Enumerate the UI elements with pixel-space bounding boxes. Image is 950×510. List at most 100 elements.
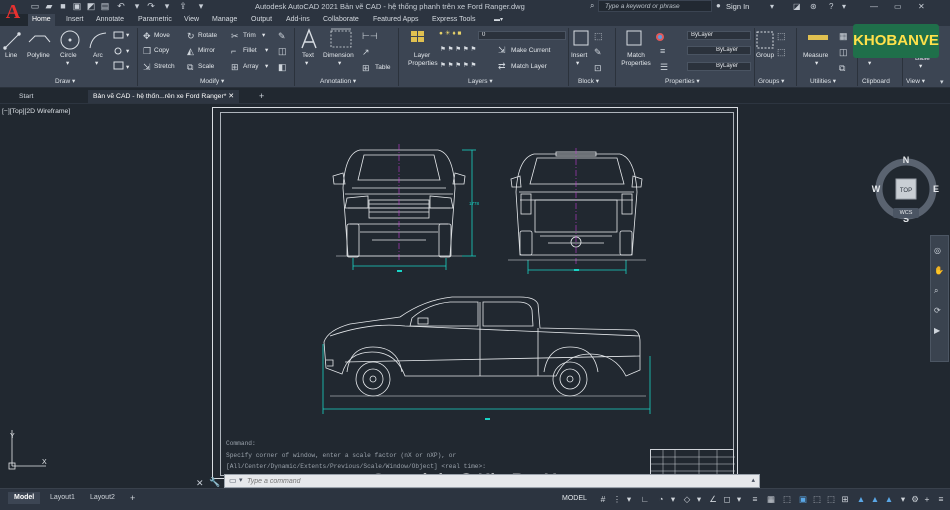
object-snap-icon[interactable]: ◻ — [722, 494, 732, 504]
group-button[interactable]: Group — [756, 52, 774, 60]
save-as-icon[interactable]: ▣ — [72, 2, 82, 11]
insert-dropdown-icon[interactable]: ▾ — [576, 60, 579, 68]
modify-group-title[interactable]: Modify ▾ — [200, 77, 224, 87]
annotation-visibility-icon[interactable]: ▲ — [856, 494, 866, 504]
arc-button[interactable]: Arc — [93, 52, 103, 60]
properties-group-title[interactable]: Properties ▾ — [665, 77, 700, 87]
annotation-scale-dropdown-icon[interactable]: ▾ — [898, 494, 908, 504]
edit-block-icon[interactable]: ✎ — [594, 48, 602, 57]
annotation-scale-icon[interactable]: ▲ — [884, 494, 894, 504]
color-dropdown[interactable]: ByLayer — [687, 31, 751, 40]
snap-icon[interactable]: ⋮ — [612, 494, 622, 504]
fillet-dropdown-icon[interactable]: ▾ — [265, 47, 268, 55]
hatch-dropdown-icon[interactable]: ▾ — [126, 48, 129, 56]
dimension-linear-icon[interactable]: ⊢⊣ — [362, 32, 378, 41]
print-icon[interactable]: ▤ — [100, 2, 110, 11]
tab-close-icon[interactable]: ✕ — [228, 93, 234, 100]
polar-dropdown-icon[interactable]: ▾ — [668, 494, 678, 504]
help-icon[interactable]: ? — [829, 2, 833, 11]
model-space-button[interactable]: MODEL — [562, 495, 587, 502]
object-snap-tracking-icon[interactable]: ∠ — [708, 494, 718, 504]
add-icon[interactable]: + — [922, 494, 932, 504]
cart-icon[interactable]: ◪ — [793, 2, 801, 11]
erase-icon[interactable]: ✎ — [278, 32, 286, 41]
id-point-icon[interactable]: ◫ — [839, 48, 848, 57]
array-button[interactable]: Array — [243, 63, 259, 71]
tab-add-ins[interactable]: Add-ins — [282, 14, 314, 26]
paste-dropdown-icon[interactable]: ▾ — [868, 60, 871, 68]
zoom-extents-icon[interactable]: ⌕ — [934, 286, 938, 296]
trim-button[interactable]: Trim — [243, 32, 256, 40]
undo-dropdown-icon[interactable]: ▾ — [132, 2, 142, 11]
trim-dropdown-icon[interactable]: ▾ — [262, 32, 265, 40]
view-group-title[interactable]: View ▾ — [906, 77, 925, 87]
calculator-icon[interactable]: ▦ — [839, 32, 848, 41]
table-button[interactable]: Table — [375, 64, 391, 72]
close-icon[interactable]: ✕ — [918, 2, 925, 11]
snap-dropdown-icon[interactable]: ▾ — [624, 494, 634, 504]
layer-dropdown[interactable]: 0 — [478, 31, 566, 40]
lineweight-toggle-icon[interactable]: ≡ — [750, 494, 760, 504]
transparency-icon[interactable]: ▦ — [766, 494, 776, 504]
selection-filter-icon[interactable]: ⬚ — [826, 494, 836, 504]
full-navigation-wheel-icon[interactable]: ◎ — [934, 246, 941, 255]
ortho-icon[interactable]: ∟ — [640, 494, 650, 504]
explode-icon[interactable]: ◫ — [278, 47, 287, 56]
block-group-title[interactable]: Block ▾ — [578, 77, 599, 87]
insert-button[interactable]: Insert — [571, 52, 587, 60]
drawing-viewport[interactable]: [−][Top][2D Wireframe] 1778 Command: Spe… — [0, 104, 950, 489]
tab-home[interactable]: Home — [28, 14, 55, 26]
maximize-icon[interactable]: ▭ — [894, 2, 902, 11]
groups-group-title[interactable]: Groups ▾ — [758, 77, 784, 87]
orbit-icon[interactable]: ⟳ — [934, 306, 941, 315]
tab-view[interactable]: View — [180, 14, 203, 26]
network-icon[interactable]: ⊛ — [810, 2, 817, 11]
command-customize-icon[interactable]: 🔧 — [209, 477, 220, 488]
stretch-button[interactable]: Stretch — [154, 63, 175, 71]
command-input[interactable] — [247, 476, 747, 486]
compass-east[interactable]: E — [933, 184, 939, 194]
tab-collaborate[interactable]: Collaborate — [319, 14, 363, 26]
group-edit-icon[interactable]: ⬚ — [777, 48, 786, 57]
sign-in-dropdown-icon[interactable]: ▾ — [770, 2, 774, 11]
tab-express-tools[interactable]: Express Tools — [428, 14, 479, 26]
dimension-dropdown-icon[interactable]: ▾ — [338, 60, 341, 68]
tab-output[interactable]: Output — [247, 14, 276, 26]
isodraft-icon[interactable]: ◇ — [682, 494, 692, 504]
new-file-icon[interactable]: ▭ — [30, 2, 40, 11]
tab-featured-apps[interactable]: Featured Apps — [369, 14, 423, 26]
redo-icon[interactable]: ↷ — [146, 2, 156, 11]
offset-icon[interactable]: ◧ — [278, 63, 287, 72]
viewcube-top-label[interactable]: TOP — [900, 188, 912, 194]
tab-layout2[interactable]: Layout2 — [84, 492, 121, 504]
wcs-menu[interactable]: WCS — [893, 208, 919, 218]
text-button[interactable]: Text — [302, 52, 314, 60]
tab-insert[interactable]: Insert — [62, 14, 88, 26]
tab-layout1[interactable]: Layout1 — [44, 492, 81, 504]
clipboard-group-title[interactable]: Clipboard — [862, 77, 890, 87]
polyline-button[interactable]: Polyline — [27, 52, 50, 60]
compass-north[interactable]: N — [903, 155, 910, 165]
polar-icon[interactable]: ◔ — [656, 494, 666, 504]
add-layout-button[interactable]: + — [124, 492, 141, 504]
dynamic-ucs-icon[interactable]: ⬚ — [812, 494, 822, 504]
rectangle-dropdown-icon[interactable]: ▾ — [126, 32, 129, 40]
command-dropdown-icon[interactable]: ▾ — [239, 476, 243, 484]
save-icon[interactable]: ■ — [58, 2, 68, 11]
isodraft-dropdown-icon[interactable]: ▾ — [694, 494, 704, 504]
measure-button[interactable]: Measure — [803, 52, 828, 60]
app-logo[interactable]: A — [2, 1, 24, 25]
make-current-button[interactable]: Make Current — [511, 47, 550, 55]
selection-cycling-icon[interactable]: ⬚ — [782, 494, 792, 504]
lineweight-dropdown[interactable]: ByLayer — [687, 62, 751, 71]
undo-icon[interactable]: ↶ — [116, 2, 126, 11]
open-folder-icon[interactable]: ▰ — [44, 2, 54, 11]
share-icon[interactable]: ⇪ — [178, 2, 188, 11]
match-layer-button[interactable]: Match Layer — [511, 63, 547, 71]
layer-tools-row2-icons[interactable]: ⚑ ⚑ ⚑ ⚑ ⚑ — [440, 62, 476, 70]
customization-menu-icon[interactable]: ≡ — [936, 494, 946, 504]
array-dropdown-icon[interactable]: ▾ — [265, 63, 268, 71]
arc-dropdown-icon[interactable]: ▾ — [95, 60, 98, 68]
gizmo-icon[interactable]: ⊞ — [840, 494, 850, 504]
tab-parametric[interactable]: Parametric — [134, 14, 176, 26]
